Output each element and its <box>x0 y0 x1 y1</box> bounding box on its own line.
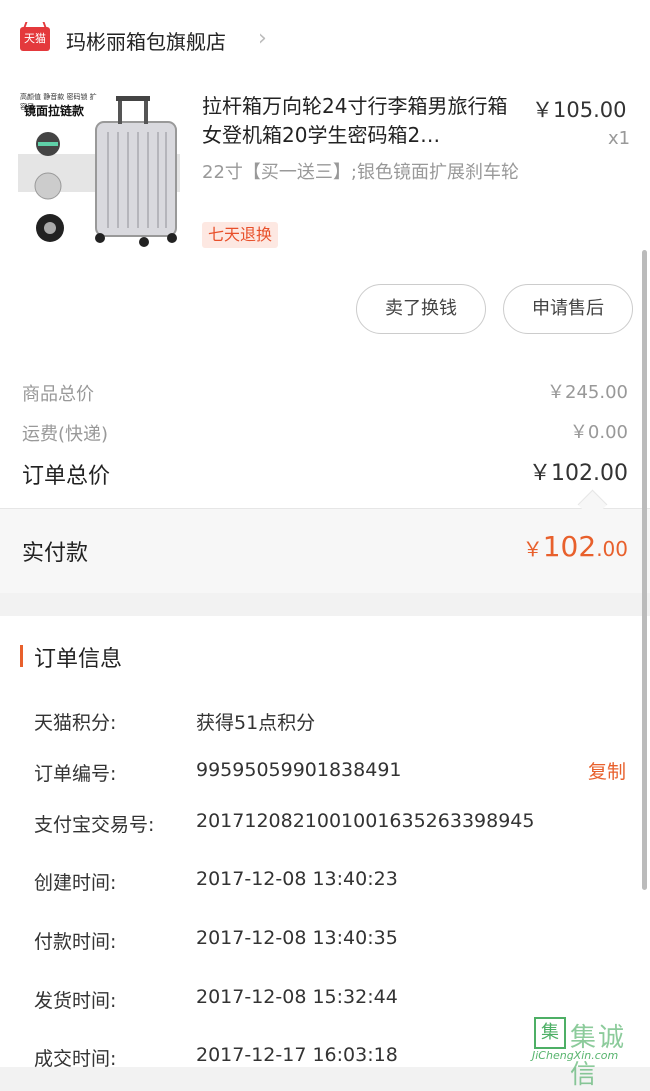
paid-integer: 102 <box>542 530 597 563</box>
thumb-caption: 镜面拉链款 <box>24 104 85 118</box>
watermark: 集 集诚信 JiChengXin.com <box>532 1015 648 1090</box>
order-info-title: 订单信息 <box>34 647 123 672</box>
points-value: 获得51点积分 <box>196 712 316 734</box>
watermark-logo-icon: 集 <box>534 1017 566 1049</box>
product-price: ￥105.00 <box>532 98 627 122</box>
paid-time-value: 2017-12-08 13:40:35 <box>196 927 398 949</box>
scrollbar[interactable] <box>642 250 647 890</box>
divider <box>0 508 650 509</box>
order-number-label: 订单编号: <box>34 763 117 785</box>
tmall-logo-icon: 天猫 <box>20 27 50 51</box>
goods-total-label: 商品总价 <box>22 384 94 405</box>
copy-button[interactable]: 复制 <box>588 757 626 784</box>
created-time-label: 创建时间: <box>34 872 117 894</box>
return-policy-badge: 七天退换 <box>202 222 279 248</box>
product-image[interactable]: 高颜值 静音款 密码锁 扩容层 镜面拉链款 <box>18 92 180 252</box>
order-number-value: 99595059901838491 <box>196 759 402 781</box>
section-marker <box>20 645 23 667</box>
shipping-value: ￥0.00 <box>569 422 628 443</box>
sell-button[interactable]: 卖了换钱 <box>356 284 486 334</box>
chevron-right-icon[interactable]: › <box>258 26 267 51</box>
paid-time-label: 付款时间: <box>34 931 117 953</box>
shipped-time-value: 2017-12-08 15:32:44 <box>196 986 398 1008</box>
shop-name[interactable]: 玛彬丽箱包旗舰店 <box>66 26 226 55</box>
points-label: 天猫积分: <box>34 712 117 734</box>
product-title[interactable]: 拉杆箱万向轮24寸行李箱男旅行箱女登机箱20学生密码箱2… <box>202 92 522 150</box>
paid-label: 实付款 <box>22 541 89 566</box>
after-sale-button[interactable]: 申请售后 <box>503 284 633 334</box>
alipay-trade-label: 支付宝交易号: <box>34 814 155 836</box>
product-sku: 22寸【买一送三】;银色镜面扩展刹车轮 <box>202 162 519 183</box>
paid-currency: ￥ <box>522 537 543 561</box>
shipping-label: 运费(快递) <box>22 424 109 445</box>
paid-decimal: .00 <box>596 537 628 561</box>
completed-time-value: 2017-12-17 16:03:18 <box>196 1044 398 1066</box>
shipped-time-label: 发货时间: <box>34 990 117 1012</box>
goods-total-value: ￥245.00 <box>547 382 628 403</box>
order-total-label: 订单总价 <box>22 464 111 489</box>
paid-amount: ￥102.00 <box>523 530 628 563</box>
watermark-en: JiChengXin.com <box>532 1049 619 1062</box>
order-total-value: ￥102.00 <box>529 461 628 486</box>
created-time-value: 2017-12-08 13:40:23 <box>196 868 398 890</box>
product-quantity: x1 <box>608 128 631 149</box>
alipay-trade-value: 2017120821001001635263398945 <box>196 810 535 832</box>
